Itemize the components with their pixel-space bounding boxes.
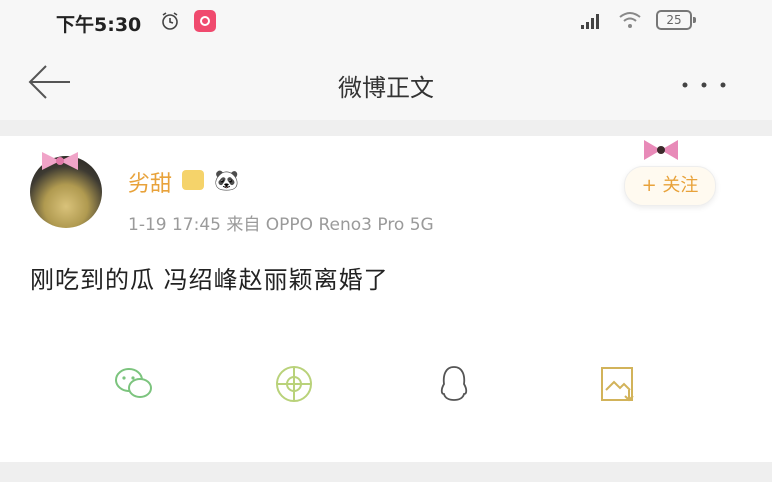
wifi-icon bbox=[619, 12, 641, 28]
share-actions bbox=[0, 356, 772, 416]
section-divider bbox=[0, 462, 772, 482]
save-image-icon[interactable] bbox=[596, 362, 640, 406]
app-badge-icon bbox=[194, 10, 216, 32]
moments-icon[interactable] bbox=[272, 362, 316, 406]
user-badges: 🐼 bbox=[182, 166, 239, 192]
status-bar: 下午5:30 25 bbox=[0, 0, 772, 44]
username[interactable]: 劣甜 bbox=[128, 166, 172, 198]
vip-badge-icon bbox=[182, 169, 204, 190]
bow-decoration-icon bbox=[42, 152, 78, 170]
bow-decoration-icon bbox=[644, 140, 678, 160]
signal-icon bbox=[581, 14, 599, 29]
follow-button[interactable]: + 关注 bbox=[624, 166, 716, 206]
post-timestamp: 1-19 17:45 bbox=[128, 215, 221, 235]
nav-bar: 微博正文 bbox=[0, 44, 772, 120]
status-time: 下午5:30 bbox=[56, 14, 142, 36]
post-meta: 1-19 17:45 来自 OPPO Reno3 Pro 5G bbox=[128, 210, 434, 235]
section-divider bbox=[0, 120, 772, 136]
qq-icon[interactable] bbox=[432, 362, 476, 406]
page-title: 微博正文 bbox=[338, 74, 434, 102]
post-card: 劣甜 🐼 1-19 17:45 来自 OPPO Reno3 Pro 5G + 关… bbox=[0, 136, 772, 462]
battery-level: 25 bbox=[666, 13, 682, 27]
post-text: 刚吃到的瓜 冯绍峰赵丽颖离婚了 bbox=[30, 266, 389, 294]
wechat-icon[interactable] bbox=[112, 362, 156, 406]
post-source: 来自 OPPO Reno3 Pro 5G bbox=[226, 215, 434, 235]
battery-icon: 25 bbox=[656, 10, 696, 30]
panda-emoji-icon: 🐼 bbox=[214, 167, 240, 192]
alarm-icon bbox=[162, 12, 178, 30]
more-dots-icon[interactable] bbox=[680, 80, 728, 90]
